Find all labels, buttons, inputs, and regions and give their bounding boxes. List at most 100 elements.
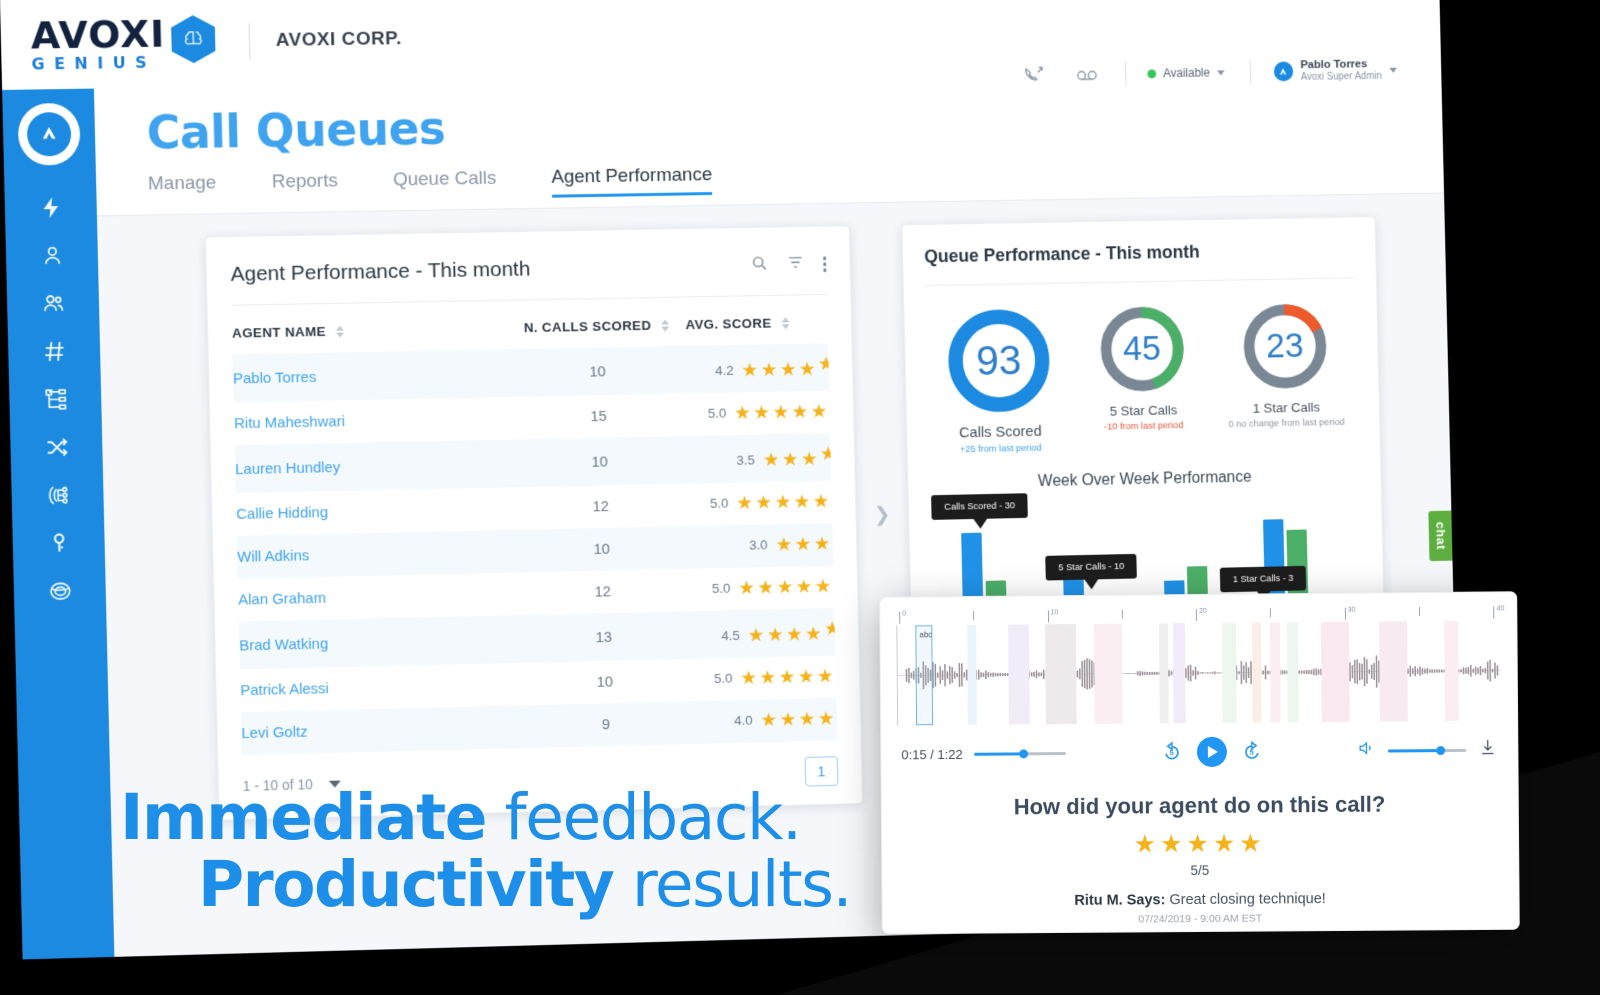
wow-chart-title: Week Over Week Performance bbox=[1037, 468, 1252, 491]
user-icon[interactable] bbox=[5, 230, 98, 280]
search-icon[interactable] bbox=[750, 254, 767, 276]
ruler-tick: 40 bbox=[1493, 605, 1504, 619]
page-title: Call Queues bbox=[146, 101, 446, 160]
rating-value: 5/5 bbox=[1190, 862, 1210, 879]
waveform-segment[interactable] bbox=[1321, 621, 1351, 723]
chevron-right-icon[interactable]: ❯ bbox=[874, 502, 891, 527]
metric-five-star-calls: 45 5 Star Calls -10 from last period bbox=[1069, 303, 1215, 434]
waveform-segment[interactable] bbox=[1094, 623, 1123, 724]
waveform-segment[interactable] bbox=[1158, 623, 1170, 724]
waveform[interactable]: abc bbox=[896, 620, 1502, 726]
waveform-segment[interactable] bbox=[1008, 624, 1031, 725]
calls-scored-value: 10 bbox=[596, 673, 614, 691]
cursor-label: abc bbox=[919, 630, 933, 640]
avoxi-logo[interactable] bbox=[17, 102, 81, 166]
hash-icon[interactable] bbox=[8, 326, 101, 376]
brand-divider bbox=[248, 23, 251, 60]
waveform-segment[interactable] bbox=[1045, 624, 1077, 725]
metric-label: 1 Star Calls bbox=[1252, 399, 1321, 416]
waveform-segment[interactable] bbox=[1172, 623, 1186, 724]
sort-icon[interactable] bbox=[781, 316, 790, 329]
waveform-segment[interactable] bbox=[1270, 622, 1281, 723]
rating-stars[interactable]: ★★★★★ bbox=[882, 827, 1518, 862]
comment-author: Ritu M. Says: bbox=[1074, 892, 1166, 909]
marketing-tagline: Immediate feedback. Productivity results… bbox=[120, 784, 853, 921]
avg-score-value: 3.5 bbox=[736, 452, 756, 468]
agent-name[interactable]: Patrick Alessi bbox=[240, 663, 516, 712]
status-label: Available bbox=[1162, 66, 1211, 81]
download-icon[interactable] bbox=[1478, 738, 1497, 762]
lifebuoy-icon[interactable] bbox=[13, 566, 106, 616]
agent-name[interactable]: Callie Hidding bbox=[236, 487, 512, 536]
metric-calls-scored: 93 Calls Scored +25 from last period bbox=[926, 305, 1073, 456]
agent-name[interactable]: Ritu Maheshwari bbox=[234, 397, 510, 445]
avoxi-mark-icon bbox=[26, 111, 72, 157]
agent-name[interactable]: Alan Graham bbox=[238, 573, 514, 622]
call-routing-icon[interactable] bbox=[11, 470, 104, 520]
waveform-cursor[interactable]: abc bbox=[915, 625, 934, 726]
availability-status[interactable]: Available bbox=[1147, 66, 1225, 81]
agent-name[interactable]: Lauren Hundley bbox=[235, 440, 511, 493]
star-rating-icon: ★★★ bbox=[775, 533, 833, 556]
forward-5-icon[interactable]: 5 bbox=[1241, 740, 1263, 762]
column-calls-scored[interactable]: N. CALLS SCORED bbox=[507, 301, 686, 349]
seek-slider[interactable] bbox=[974, 748, 1067, 758]
avg-score-value: 4.0 bbox=[734, 712, 753, 729]
tagline-line2-bold: Productivity bbox=[198, 847, 615, 921]
tab-queue-calls[interactable]: Queue Calls bbox=[393, 168, 497, 201]
call-forward-icon[interactable] bbox=[1022, 65, 1048, 87]
sort-icon[interactable] bbox=[661, 319, 670, 332]
key-icon[interactable] bbox=[12, 518, 105, 568]
rating-section: How did your agent do on this call? ★★★★… bbox=[882, 765, 1519, 928]
column-label: AGENT NAME bbox=[231, 323, 327, 341]
sort-icon[interactable] bbox=[335, 325, 344, 338]
column-avg-score[interactable]: AVG. SCORE bbox=[685, 299, 828, 346]
waveform-segment[interactable] bbox=[1444, 620, 1460, 722]
star-rating-icon: ★★★★★ bbox=[740, 666, 837, 690]
time-display: 0:15 / 1:22 bbox=[901, 746, 963, 762]
chat-tab[interactable]: chat bbox=[1428, 510, 1454, 561]
avoxi-genius-logo[interactable]: AVOXI GENIUS bbox=[30, 12, 216, 74]
agent-name[interactable]: Brad Watking bbox=[239, 615, 515, 669]
waveform-container[interactable]: 0 10 20 30 40 abc bbox=[896, 605, 1504, 729]
voicemail-icon[interactable] bbox=[1075, 64, 1101, 86]
replay-5-icon[interactable]: 5 bbox=[1161, 741, 1183, 763]
star-rating-icon: ★★★★★ bbox=[738, 576, 834, 600]
hierarchy-icon[interactable] bbox=[9, 374, 102, 424]
column-agent-name[interactable]: AGENT NAME bbox=[231, 305, 507, 355]
calls-scored-value: 15 bbox=[590, 407, 608, 426]
filter-icon[interactable] bbox=[787, 254, 804, 276]
page-header: Available Pablo Torres Avoxi Super Admin bbox=[93, 58, 1445, 217]
player-controls: 0:15 / 1:22 5 5 bbox=[881, 724, 1517, 769]
ruler-tick bbox=[973, 610, 975, 620]
ruler-tick: 30 bbox=[1344, 607, 1356, 620]
volume-icon[interactable] bbox=[1357, 739, 1376, 763]
tab-manage[interactable]: Manage bbox=[148, 172, 217, 204]
avg-score-cell: 4.5 ★★★★★ bbox=[692, 608, 835, 659]
agent-name[interactable]: Levi Goltz bbox=[241, 706, 517, 755]
shuffle-icon[interactable] bbox=[10, 422, 103, 472]
waveform-segment[interactable] bbox=[1251, 622, 1262, 723]
donut-metrics: 93 Calls Scored +25 from last period 45 … bbox=[926, 300, 1359, 456]
agent-name[interactable]: Will Adkins bbox=[237, 530, 513, 579]
ruler-label: 40 bbox=[1496, 605, 1505, 613]
lightning-icon[interactable] bbox=[4, 182, 97, 232]
logo-secondary-text: GENIUS bbox=[31, 52, 157, 74]
waveform-segment[interactable] bbox=[1379, 621, 1409, 722]
users-icon[interactable] bbox=[7, 278, 100, 328]
ruler-tick bbox=[1419, 607, 1421, 617]
user-menu[interactable]: Pablo Torres Avoxi Super Admin bbox=[1273, 57, 1398, 85]
tagline-line2-light: results. bbox=[631, 847, 853, 921]
one-star-calls-donut: 23 bbox=[1239, 300, 1330, 392]
tab-reports[interactable]: Reports bbox=[272, 170, 339, 202]
tab-agent-performance[interactable]: Agent Performance bbox=[551, 164, 712, 197]
waveform-segment[interactable] bbox=[966, 624, 977, 725]
waveform-segment[interactable] bbox=[1221, 622, 1237, 723]
agent-name[interactable]: Pablo Torres bbox=[233, 349, 509, 402]
volume-slider[interactable] bbox=[1388, 745, 1467, 755]
top-right-controls: Available Pablo Torres Avoxi Super Admin bbox=[995, 57, 1398, 90]
play-icon[interactable] bbox=[1196, 736, 1227, 768]
waveform-segment[interactable] bbox=[1286, 622, 1299, 723]
kebab-menu-icon[interactable] bbox=[822, 256, 827, 272]
page-number-button[interactable]: 1 bbox=[804, 756, 839, 787]
